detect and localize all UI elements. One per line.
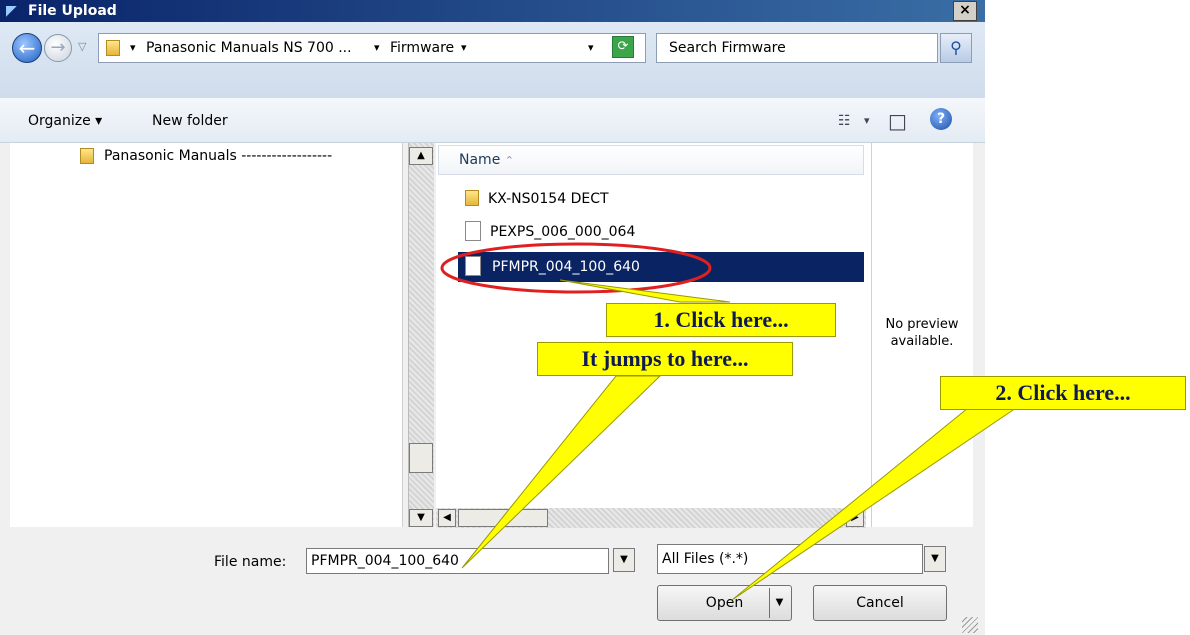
selected-file-name[interactable]: PFMPR_004_100_640 [492, 256, 640, 278]
open-dropdown-icon[interactable]: ▼ [769, 588, 789, 618]
open-button-label: Open [705, 595, 744, 611]
cancel-button[interactable]: Cancel [813, 585, 947, 621]
preview-message: No preview available. [872, 316, 972, 350]
callout-jumps-here: It jumps to here... [537, 342, 793, 376]
view-options-icon[interactable]: ☷ [838, 111, 851, 131]
file-type-dropdown-icon[interactable]: ▼ [924, 546, 946, 572]
preview-line-2: available. [890, 334, 954, 349]
crumb-separator[interactable]: ▾ [130, 38, 136, 58]
crumb-separator[interactable]: ▾ [461, 38, 467, 58]
close-button[interactable]: × [953, 1, 977, 21]
callout-click-here-1: 1. Click here... [606, 303, 836, 337]
filename-input[interactable]: PFMPR_004_100_640 [306, 548, 609, 574]
scroll-up-icon[interactable]: ▲ [409, 147, 433, 165]
crumb-separator[interactable]: ▾ [374, 38, 380, 58]
breadcrumb-item-firmware[interactable]: Firmware [390, 38, 454, 58]
scroll-thumb[interactable] [409, 443, 433, 473]
folder-icon [106, 40, 120, 56]
scroll-left-icon[interactable]: ◀ [438, 509, 456, 527]
callout-click-here-2: 2. Click here... [940, 376, 1186, 410]
resize-grip-icon[interactable] [962, 617, 978, 633]
folder-icon [80, 148, 94, 164]
address-dropdown-icon[interactable]: ▾ [588, 38, 594, 58]
navigation-pane [10, 143, 403, 527]
scroll-right-icon[interactable]: ▶ [846, 509, 864, 527]
filename-dropdown-icon[interactable]: ▼ [613, 548, 635, 572]
column-header-name[interactable]: Name ⌃ [438, 145, 864, 175]
preview-line-1: No preview [885, 317, 959, 332]
file-icon [465, 256, 481, 276]
search-icon[interactable]: ⚲ [940, 33, 972, 63]
app-icon: ◤ [6, 3, 17, 19]
list-item[interactable]: PEXPS_006_000_064 [490, 221, 635, 243]
forward-arrow-icon[interactable]: → [44, 34, 72, 62]
view-dropdown-icon[interactable]: ▾ [864, 111, 870, 131]
column-name-label: Name [459, 152, 501, 168]
window-title: File Upload [0, 0, 985, 22]
sort-ascending-icon: ⌃ [504, 154, 514, 167]
hscroll-thumb[interactable] [458, 509, 548, 527]
scroll-down-icon[interactable]: ▼ [409, 509, 433, 527]
file-type-select[interactable]: All Files (*.*) [657, 544, 923, 574]
folder-icon [465, 190, 479, 206]
back-arrow-icon[interactable]: ← [12, 33, 42, 63]
list-item[interactable]: KX-NS0154 DECT [488, 188, 609, 210]
search-input[interactable]: Search Firmware [656, 33, 938, 63]
file-icon [465, 221, 481, 241]
organize-button[interactable]: Organize ▾ [28, 111, 102, 131]
filename-label: File name: [214, 554, 287, 570]
preview-pane-icon[interactable]: □ [888, 111, 907, 131]
new-folder-button[interactable]: New folder [152, 111, 228, 131]
refresh-icon[interactable]: ⟳ [612, 36, 634, 58]
history-dropdown-icon[interactable]: ▽ [78, 40, 92, 54]
nav-item-panasonic-manuals[interactable]: Panasonic Manuals ------------------ [104, 145, 332, 167]
help-icon[interactable]: ? [930, 108, 952, 130]
breadcrumb-item-panasonic[interactable]: Panasonic Manuals NS 700 ... [146, 38, 352, 58]
